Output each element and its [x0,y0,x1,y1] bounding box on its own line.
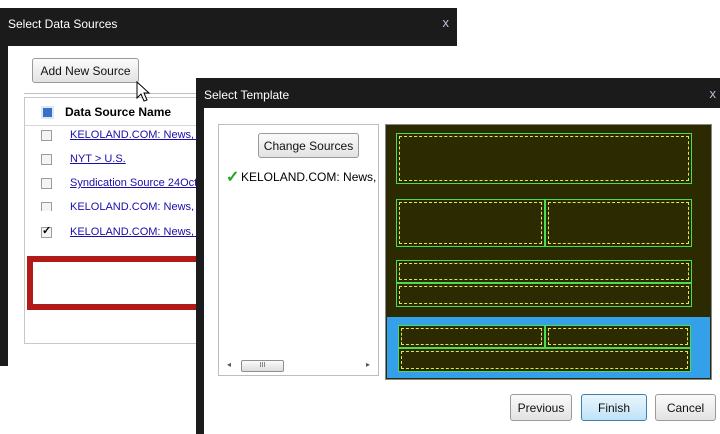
data-source-link[interactable]: NYT > U.S. [70,153,126,165]
finish-button[interactable]: Finish [581,394,647,421]
template-layout-3-top[interactable] [396,260,692,283]
previous-button[interactable]: Previous [510,394,572,421]
data-source-link[interactable]: KELOLAND.COM: News, W [70,226,208,238]
change-sources-button[interactable]: Change Sources [258,133,359,158]
data-source-link[interactable]: KELOLAND.COM: News, W [70,201,208,211]
dialog-title-bar[interactable]: Select Template x [196,78,720,108]
select-template-dialog: Select Template x Change Sources ✓ KELOL… [196,78,720,434]
dialog-title: Select Data Sources [8,17,118,31]
scroll-left-icon[interactable]: ◂ [227,360,231,369]
row-checkbox[interactable] [41,178,52,189]
template-layout-2-left[interactable] [396,199,545,247]
mouse-cursor-icon [136,81,151,102]
template-layout-4-top-right[interactable] [545,325,691,348]
dialog-body: Change Sources ✓ KELOLAND.COM: News, ◂ I… [204,108,720,434]
selected-source-label: KELOLAND.COM: News, [241,170,377,184]
data-source-link[interactable]: Syndication Source 24Oct2 [70,177,203,189]
dialog-title-bar[interactable]: Select Data Sources x [0,8,457,37]
template-layout-4-bottom[interactable] [398,348,691,372]
scrollbar-thumb[interactable]: III [241,360,284,372]
column-header-data-source-name: Data Source Name [65,105,172,119]
add-new-source-button[interactable]: Add New Source [32,58,139,83]
row-checkbox[interactable] [41,130,52,141]
selected-template-highlight[interactable] [387,317,710,378]
template-layout-4-top-left[interactable] [398,325,545,348]
template-preview[interactable] [385,124,712,380]
data-source-link[interactable]: KELOLAND.COM: News, W [70,129,208,141]
cancel-button[interactable]: Cancel [655,394,716,421]
row-checkbox[interactable] [41,202,52,211]
dialog-title: Select Template [204,88,290,102]
checkmark-icon: ✓ [226,169,240,186]
template-layout-3-bottom[interactable] [396,283,692,307]
close-icon[interactable]: x [710,86,717,101]
select-all-checkbox[interactable] [41,106,54,119]
close-icon[interactable]: x [443,15,450,30]
highlight-annotation-box [27,256,216,310]
row-checkbox-checked[interactable] [41,224,52,238]
row-checkbox[interactable] [41,154,52,165]
template-layout-2-right[interactable] [545,199,692,247]
horizontal-scrollbar[interactable]: ◂ III ▸ [227,360,370,372]
sources-panel: Change Sources ✓ KELOLAND.COM: News, ◂ I… [218,124,379,376]
scroll-right-icon[interactable]: ▸ [366,360,370,369]
template-layout-1[interactable] [396,133,692,184]
